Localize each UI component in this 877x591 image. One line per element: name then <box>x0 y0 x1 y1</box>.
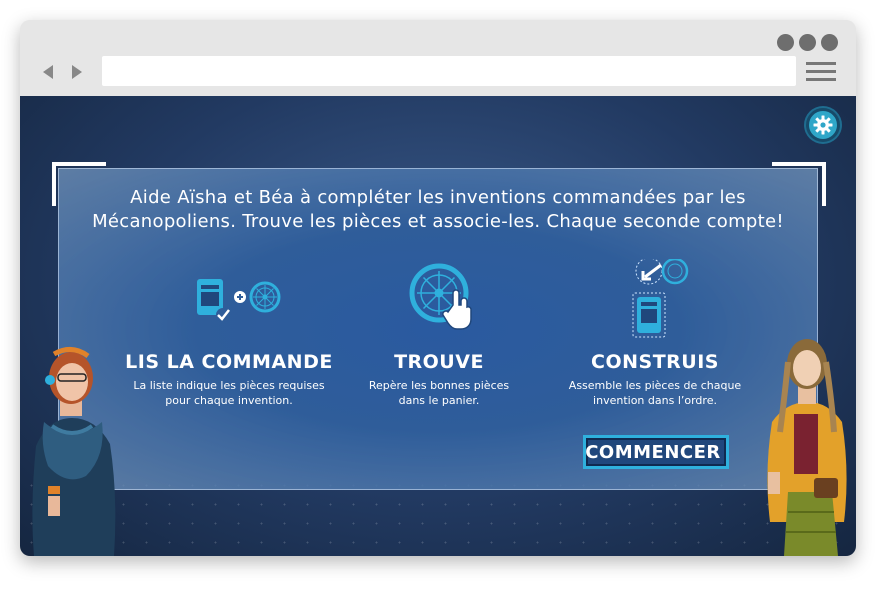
step-icon <box>329 259 549 345</box>
wheel-icon <box>249 281 281 313</box>
step-find: TROUVE Repère les bonnes pièces dans le … <box>329 259 549 408</box>
back-arrow-icon[interactable] <box>43 65 53 79</box>
step-build: CONSTRUIS Assemble les pièces de chaque … <box>545 257 765 408</box>
intro-line: Mécanopoliens. Trouve les pièces et asso… <box>92 211 784 232</box>
desc-line: dans le panier. <box>398 394 480 407</box>
browser-chrome <box>20 20 856 96</box>
step-description: Assemble les pièces de chaque invention … <box>545 378 765 408</box>
step-title: LIS LA COMMANDE <box>125 351 333 373</box>
step-description: La liste indique les pièces requises pou… <box>119 378 339 408</box>
step-read-order: LIS LA COMMANDE La liste indique les piè… <box>119 259 339 408</box>
step-icon <box>119 259 339 345</box>
step-description: Repère les bonnes pièces dans le panier. <box>329 378 549 408</box>
desc-line: Assemble les pièces de chaque <box>568 379 742 392</box>
window-controls <box>777 34 838 51</box>
window-dot[interactable] <box>777 34 794 51</box>
step-icon <box>545 257 765 345</box>
instructions-panel: Aide Aïsha et Béa à compléter les invent… <box>58 168 818 490</box>
gear-icon <box>813 115 833 135</box>
intro-text: Aide Aïsha et Béa à compléter les invent… <box>59 186 817 234</box>
bea-character <box>767 339 847 556</box>
aisha-character <box>32 347 116 556</box>
address-bar[interactable] <box>102 56 796 86</box>
start-button-label: COMMENCER <box>585 441 721 463</box>
browser-window: Aide Aïsha et Béa à compléter les invent… <box>20 20 856 556</box>
step-title: TROUVE <box>394 351 484 373</box>
intro-line: Aide Aïsha et Béa à compléter les invent… <box>130 187 746 208</box>
arrow-icon <box>641 263 662 281</box>
desc-line: invention dans l’ordre. <box>593 394 717 407</box>
step-title: CONSTRUIS <box>591 351 719 373</box>
window-dot[interactable] <box>799 34 816 51</box>
hamburger-menu-icon[interactable] <box>806 62 836 82</box>
start-button[interactable]: COMMENCER <box>583 435 729 469</box>
game-area: Aide Aïsha et Béa à compléter les invent… <box>20 96 856 556</box>
wheel-icon <box>661 257 689 285</box>
order-card-icon <box>637 297 661 333</box>
desc-line: La liste indique les pièces requises <box>133 379 325 392</box>
checkmark-icon <box>216 308 230 322</box>
desc-line: Repère les bonnes pièces <box>368 379 510 392</box>
settings-button[interactable] <box>806 108 840 142</box>
forward-arrow-icon[interactable] <box>72 65 82 79</box>
desc-line: pour chaque invention. <box>165 394 293 407</box>
plus-icon <box>234 291 246 303</box>
window-dot[interactable] <box>821 34 838 51</box>
